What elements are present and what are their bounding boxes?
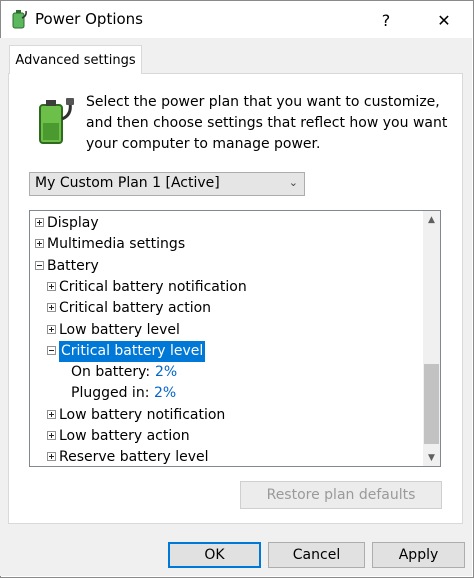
tree-item-label: Reserve battery level: [59, 449, 209, 466]
expand-plus-icon[interactable]: [35, 239, 44, 249]
tree-item-label: On battery:: [71, 364, 151, 381]
tree-item-label: Battery: [47, 257, 99, 274]
battery-plug-icon: [39, 98, 74, 144]
apply-button[interactable]: Apply: [372, 542, 465, 568]
close-button[interactable]: ✕: [421, 1, 467, 39]
cancel-button[interactable]: Cancel: [268, 542, 365, 568]
ok-button[interactable]: OK: [168, 542, 261, 568]
chevron-down-icon: ⌄: [288, 176, 298, 189]
title-bar: Power Options ? ✕: [1, 1, 473, 39]
tree-item-label: Critical battery action: [59, 300, 212, 317]
restore-plan-defaults-button[interactable]: Restore plan defaults: [240, 481, 442, 509]
settings-tree[interactable]: Display Multimedia settings Battery Critica…: [29, 210, 441, 467]
expand-plus-icon[interactable]: [47, 324, 56, 334]
tree-item-label: Low battery action: [59, 428, 190, 444]
collapse-minus-icon[interactable]: [35, 260, 44, 270]
tree-item-label: Display: [47, 215, 99, 231]
scroll-thumb[interactable]: [424, 364, 439, 444]
scroll-down-arrow-icon[interactable]: ▼: [423, 449, 440, 466]
scroll-up-arrow-icon[interactable]: ▲: [423, 211, 440, 228]
power-options-icon: [12, 10, 27, 29]
tree-item-label: Critical battery notification: [59, 278, 247, 295]
tree-scrollbar[interactable]: ▲ ▼: [423, 211, 440, 466]
expand-plus-icon[interactable]: [47, 281, 56, 291]
power-plan-dropdown[interactable]: My Custom Plan 1 [Active] ⌄: [29, 172, 305, 196]
window-title: Power Options: [35, 10, 143, 28]
help-button[interactable]: ?: [363, 1, 409, 39]
tab-advanced-settings[interactable]: Advanced settings: [9, 45, 142, 74]
setting-value-link[interactable]: 2%: [155, 362, 177, 383]
expand-plus-icon[interactable]: [47, 303, 56, 313]
tree-item-label: Low battery level: [59, 321, 180, 338]
tree-item-label: Low battery notification: [59, 406, 226, 423]
expand-plus-icon[interactable]: [47, 452, 56, 462]
setting-value-link[interactable]: 2%: [154, 383, 176, 404]
expand-plus-icon[interactable]: [47, 409, 56, 419]
intro-text: Select the power plan that you want to c…: [86, 94, 448, 152]
tree-item-label: Plugged in:: [71, 385, 150, 402]
collapse-minus-icon[interactable]: [47, 345, 56, 355]
expand-plus-icon[interactable]: [35, 218, 44, 227]
power-plan-value: My Custom Plan 1 [Active]: [35, 175, 220, 191]
tree-item-label: Critical battery level: [59, 340, 206, 362]
tree-item-label: Multimedia settings: [47, 236, 186, 253]
expand-plus-icon[interactable]: [47, 431, 56, 440]
